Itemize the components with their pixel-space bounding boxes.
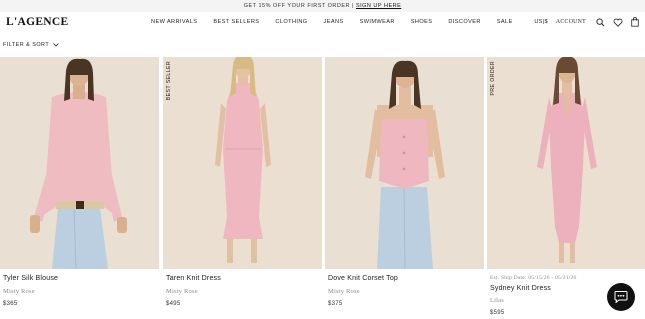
product-price: $375 [328,301,343,307]
product-card[interactable]: Tyler Silk Blouse Misty Rose $365 [0,57,159,307]
product-card[interactable]: BEST SELLER Taren Knit Dress Misty Rose … [163,57,322,307]
product-image[interactable]: PRE ORDER [487,57,645,269]
product-price: $365 [3,301,18,307]
currency-selector[interactable]: US|$ [534,19,548,25]
utility-nav: US|$ ACCOUNT [534,17,639,27]
promo-banner: GET 15% OFF YOUR FIRST ORDER | SIGN UP H… [0,0,645,12]
bag-icon[interactable] [631,17,639,27]
filter-sort-button[interactable]: FILTER & SORT [3,42,59,48]
promo-text: GET 15% OFF YOUR FIRST ORDER [243,3,351,9]
promo-separator: | [352,3,354,9]
product-color: Lilas [490,297,504,304]
product-color: Misty Rose [3,288,35,295]
product-image[interactable] [0,57,159,269]
product-image[interactable] [325,57,484,269]
product-card[interactable]: Dove Knit Corset Top Misty Rose $375 [325,57,484,307]
chat-icon [614,291,628,303]
product-name[interactable]: Dove Knit Corset Top [328,275,398,282]
product-image[interactable]: BEST SELLER [163,57,322,269]
product-color: Misty Rose [328,288,360,295]
nav-discover[interactable]: DISCOVER [448,19,480,25]
heart-icon[interactable] [613,18,623,27]
product-name[interactable]: Taren Knit Dress [166,275,221,282]
nav-new-arrivals[interactable]: NEW ARRIVALS [151,19,197,25]
ship-date: Est. Ship Date: 05/15/26 - 05/21/26 [490,275,577,281]
product-grid: Tyler Silk Blouse Misty Rose $365 BEST S… [0,57,645,319]
nav-best-sellers[interactable]: BEST SELLERS [213,19,259,25]
nav-jeans[interactable]: JEANS [324,19,344,25]
nav-shoes[interactable]: SHOES [411,19,433,25]
filter-sort-label: FILTER & SORT [3,42,50,48]
main-nav: NEW ARRIVALS BEST SELLERS CLOTHING JEANS… [151,19,513,25]
product-badge: BEST SELLER [166,61,172,101]
product-color: Misty Rose [166,288,198,295]
product-card[interactable]: PRE ORDER Est. Ship Date: 05/15/26 - 05/… [487,57,645,316]
nav-clothing[interactable]: CLOTHING [275,19,307,25]
nav-swimwear[interactable]: SWIMWEAR [360,19,395,25]
sign-up-link[interactable]: SIGN UP HERE [356,3,401,9]
chevron-down-icon [53,43,59,47]
nav-sale[interactable]: SALE [497,19,513,25]
logo[interactable]: L'AGENCE [6,16,68,28]
chat-button[interactable] [607,283,635,311]
product-badge: PRE ORDER [490,61,496,96]
product-name[interactable]: Tyler Silk Blouse [3,275,58,282]
search-icon[interactable] [596,17,605,27]
site-header: L'AGENCE NEW ARRIVALS BEST SELLERS CLOTH… [0,12,645,34]
product-price: $595 [490,310,505,316]
product-name[interactable]: Sydney Knit Dress [490,285,551,292]
product-price: $495 [166,301,181,307]
account-link[interactable]: ACCOUNT [556,19,586,25]
